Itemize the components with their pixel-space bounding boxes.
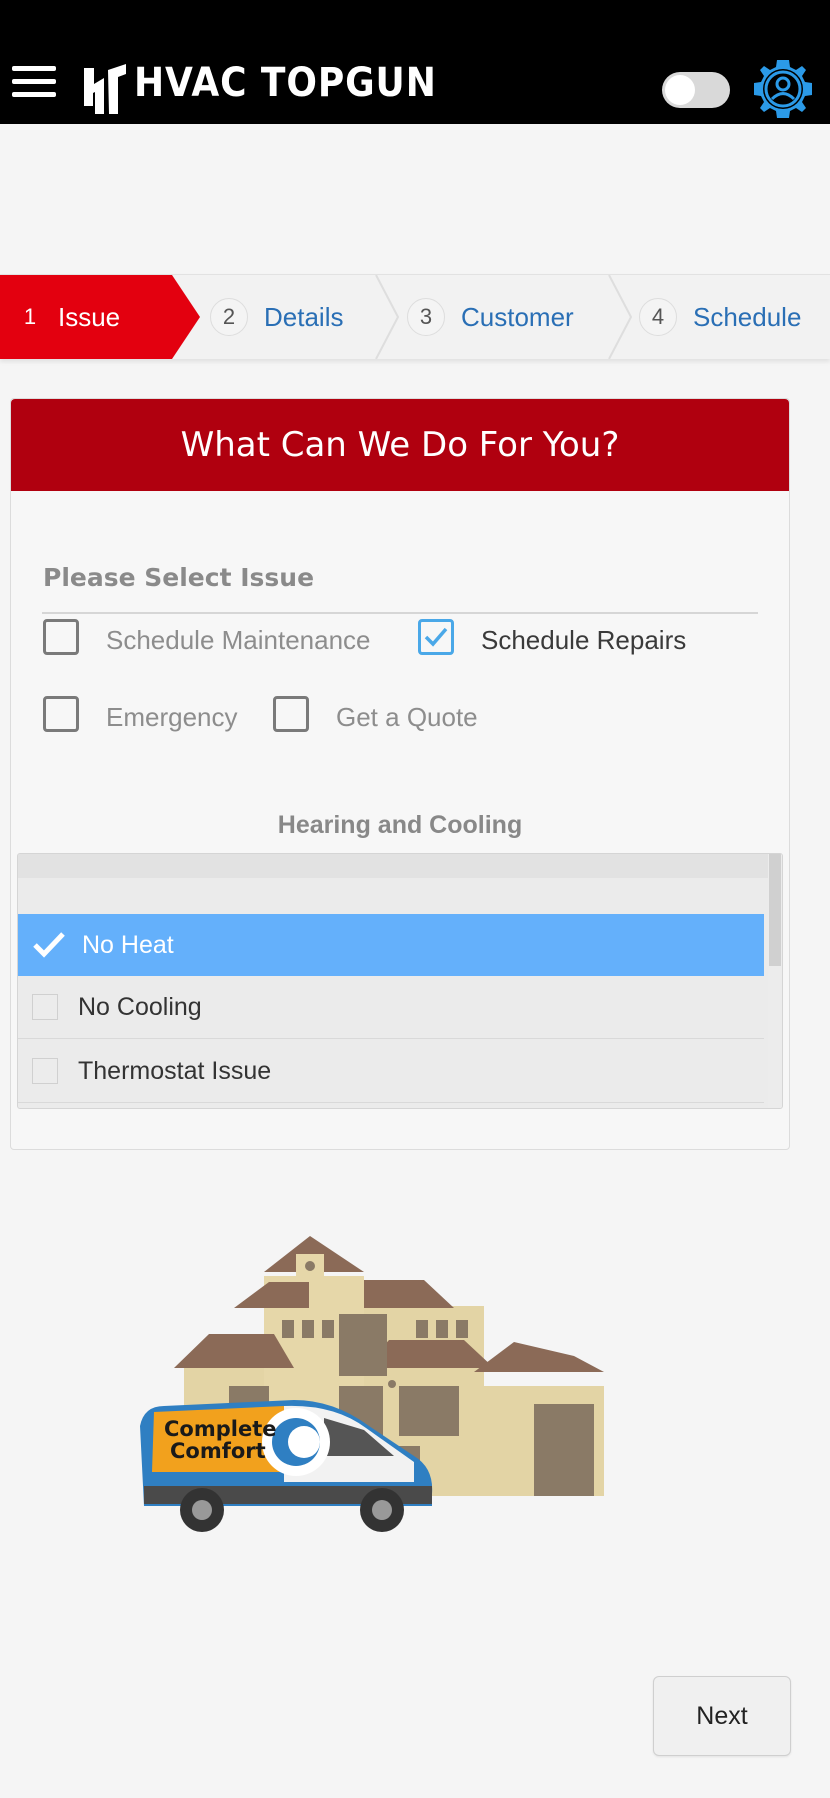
list-item-label: No Cooling	[78, 992, 202, 1021]
divider	[42, 612, 758, 614]
check-icon	[33, 932, 65, 958]
schedule-repairs-checkbox[interactable]	[418, 619, 454, 655]
theme-toggle[interactable]	[662, 72, 730, 108]
progress-stepper: 1 Issue 2 Details 3 Customer 4 Schedule	[0, 274, 830, 359]
schedule-maintenance-label[interactable]: Schedule Maintenance	[106, 625, 371, 656]
van-brand-line2: Comfort	[170, 1439, 266, 1463]
list-item-checkbox[interactable]	[32, 994, 58, 1020]
card-title: What Can We Do For You?	[11, 399, 789, 491]
emergency-checkbox[interactable]	[43, 696, 79, 732]
schedule-repairs-label[interactable]: Schedule Repairs	[481, 625, 686, 656]
van-brand-line1: Complete	[164, 1417, 276, 1441]
step-label: Schedule	[693, 301, 802, 332]
listbox-scrollbar[interactable]	[768, 854, 782, 1108]
list-item-label: Thermostat Issue	[78, 1056, 272, 1085]
emergency-label[interactable]: Emergency	[106, 702, 238, 733]
step-schedule[interactable]: 4 Schedule	[639, 275, 801, 359]
step-details[interactable]: 2 Details	[210, 275, 343, 359]
section-heading: Hearing and Cooling	[277, 811, 523, 839]
list-item-no-heat[interactable]: No Heat	[18, 914, 764, 976]
get-a-quote-label[interactable]: Get a Quote	[336, 702, 478, 733]
app-header: HVAC TOPGUN	[0, 0, 830, 124]
step-label: Issue	[58, 301, 121, 332]
step-number: 4	[639, 298, 677, 336]
step-label: Customer	[461, 301, 574, 332]
issue-label: Please Select Issue	[43, 563, 315, 592]
brand-logo-icon	[84, 64, 126, 114]
step-number: 1	[23, 304, 37, 329]
step-number: 3	[407, 298, 445, 336]
menu-icon[interactable]	[12, 66, 56, 100]
list-item-checkbox[interactable]	[32, 1058, 58, 1084]
step-number: 2	[210, 298, 248, 336]
step-separator-icon	[608, 275, 633, 359]
step-customer[interactable]: 3 Customer	[407, 275, 574, 359]
list-item-thermostat-issue[interactable]: Thermostat Issue	[18, 1040, 764, 1103]
check-icon	[424, 627, 448, 647]
house-and-van-illustration: Complete Comfort	[140, 1236, 604, 1532]
step-label: Details	[264, 301, 344, 332]
issues-listbox[interactable]: No Heat No Cooling Thermostat Issue	[17, 853, 783, 1109]
list-item-label: No Heat	[82, 930, 174, 959]
step-separator-icon	[375, 275, 400, 359]
get-a-quote-checkbox[interactable]	[273, 696, 309, 732]
schedule-maintenance-checkbox[interactable]	[43, 619, 79, 655]
list-item-no-cooling[interactable]: No Cooling	[18, 976, 764, 1039]
account-settings-icon[interactable]	[752, 58, 814, 120]
issue-card: What Can We Do For You? Please Select Is…	[10, 398, 790, 1150]
step-issue[interactable]: 1 Issue	[18, 275, 120, 359]
next-button[interactable]: Next	[653, 1676, 791, 1756]
brand-name: HVAC TOPGUN	[134, 60, 437, 106]
